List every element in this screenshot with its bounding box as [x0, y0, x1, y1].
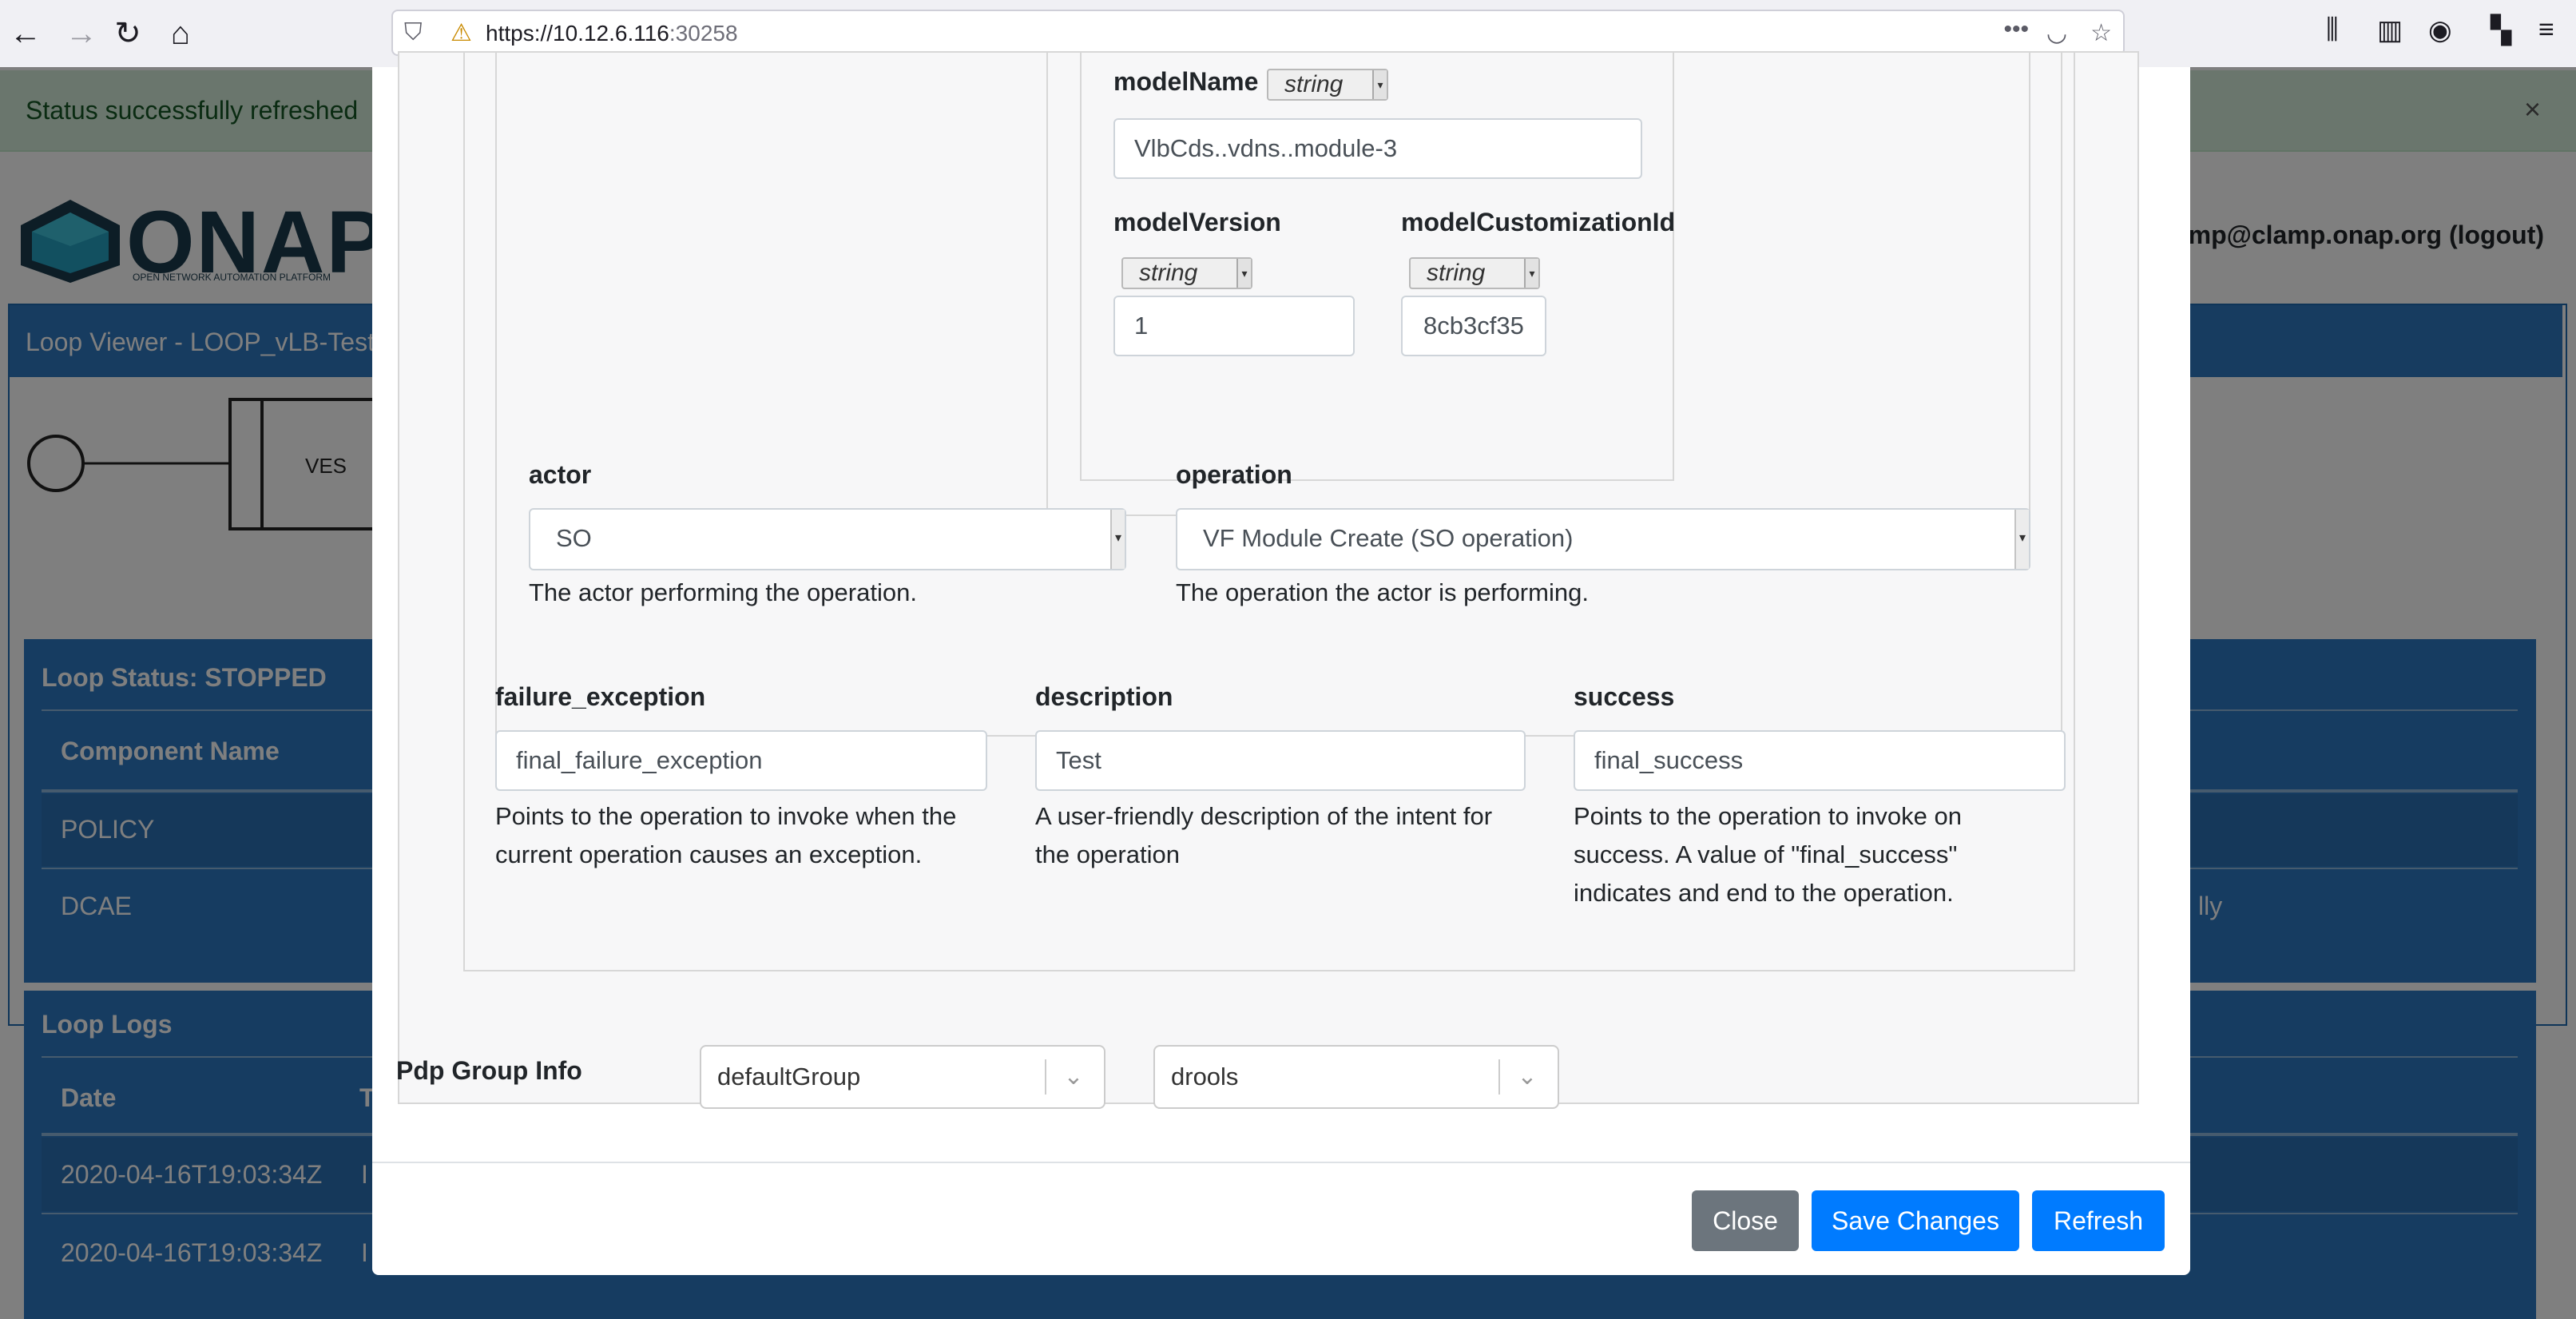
description-help-line: the operation	[1035, 840, 1180, 868]
success-help: Points to the operation to invoke on suc…	[1574, 797, 2085, 912]
shield-icon[interactable]: ⛉	[404, 19, 423, 46]
pdp-group-info-label: Pdp Group Info	[396, 1056, 582, 1085]
refresh-button[interactable]: Refresh	[2032, 1190, 2165, 1251]
pdp-group-select[interactable]: defaultGroup ⌄	[700, 1045, 1105, 1109]
model-customization-id-type-value: string	[1427, 260, 1486, 286]
success-help-line: Points to the operation to invoke on	[1574, 802, 1962, 830]
policy-editor-modal: modelName string ▾ VlbCds..vdns..module-…	[372, 51, 2190, 1275]
chevron-down-icon: ▾	[1236, 259, 1251, 288]
chevron-down-icon: ▾	[1372, 70, 1387, 99]
model-customization-id-type-select[interactable]: string ▾	[1409, 257, 1540, 289]
extensions-icon[interactable]: ▚	[2491, 14, 2511, 46]
operation-label: operation	[1176, 460, 1292, 489]
model-customization-id-label: modelCustomizationId	[1401, 208, 1676, 236]
url-host: https://10.12.6.116:30258	[486, 21, 738, 46]
pdp-group-value: defaultGroup	[717, 1063, 861, 1091]
description-label: description	[1035, 682, 1173, 711]
url-host-text: https://10.12.6.116	[486, 21, 669, 46]
pdp-subgroup-select[interactable]: drools ⌄	[1153, 1045, 1559, 1109]
failure-exception-input[interactable]: final_failure_exception	[495, 730, 987, 791]
pdp-subgroup-value: drools	[1171, 1063, 1239, 1091]
model-name-input[interactable]: VlbCds..vdns..module-3	[1113, 118, 1642, 179]
url-port-text: :30258	[669, 21, 738, 46]
model-version-input[interactable]: 1	[1113, 296, 1355, 356]
chevron-down-icon: ▾	[2014, 510, 2029, 569]
actor-label: actor	[529, 460, 592, 489]
model-version-type-value: string	[1139, 260, 1198, 286]
success-label: success	[1574, 682, 1675, 711]
success-help-line: indicates and end to the operation.	[1574, 879, 1954, 907]
reload-icon[interactable]: ↻	[104, 10, 152, 58]
home-icon[interactable]: ⌂	[157, 10, 204, 58]
success-help-line: success. A value of "final_success"	[1574, 840, 1958, 868]
description-help-line: A user-friendly description of the inten…	[1035, 802, 1493, 830]
actor-value: SO	[556, 524, 592, 552]
failure-exception-help: Points to the operation to invoke when t…	[495, 797, 1006, 874]
failure-exception-help-line: Points to the operation to invoke when t…	[495, 802, 957, 830]
failure-exception-help-line: current operation causes an exception.	[495, 840, 923, 868]
model-version-type-select[interactable]: string ▾	[1121, 257, 1252, 289]
lock-warning-icon[interactable]: ⚠	[451, 19, 472, 47]
operation-help: The operation the actor is performing.	[1176, 578, 1589, 606]
model-version-label: modelVersion	[1113, 208, 1281, 236]
close-button[interactable]: Close	[1692, 1190, 1799, 1251]
model-name-type-select[interactable]: string ▾	[1267, 69, 1388, 101]
url-bar[interactable]: ⛉ ⚠ https://10.12.6.116:30258 ••• ◡ ☆	[391, 10, 2125, 56]
save-changes-button[interactable]: Save Changes	[1812, 1190, 2019, 1251]
failure-exception-label: failure_exception	[495, 682, 706, 711]
pocket-icon[interactable]: ◡	[2046, 19, 2067, 47]
model-customization-id-input[interactable]: 8cb3cf35	[1401, 296, 1546, 356]
model-name-label: modelName	[1113, 67, 1259, 96]
actor-select[interactable]: SO ▾	[529, 508, 1126, 570]
operation-value: VF Module Create (SO operation)	[1203, 524, 1574, 552]
chevron-down-icon: ⌄	[1063, 1063, 1084, 1090]
chevron-down-icon: ▾	[1110, 510, 1125, 569]
model-name-type-value: string	[1284, 71, 1344, 97]
description-input[interactable]: Test	[1035, 730, 1526, 791]
star-icon[interactable]: ☆	[2090, 19, 2112, 47]
menu-icon[interactable]: ≡	[2538, 14, 2554, 46]
library-icon[interactable]: ⫼	[2326, 14, 2339, 46]
more-icon[interactable]: •••	[2003, 16, 2029, 43]
account-icon[interactable]: ◉	[2428, 14, 2452, 46]
chevron-down-icon: ▾	[1524, 259, 1538, 288]
description-help: A user-friendly description of the inten…	[1035, 797, 1546, 874]
chevron-down-icon: ⌄	[1517, 1063, 1538, 1090]
forward-icon[interactable]: →	[58, 10, 105, 58]
success-input[interactable]: final_success	[1574, 730, 2066, 791]
modal-footer-divider	[372, 1162, 2190, 1163]
sidebar-icon[interactable]: ▥	[2377, 14, 2403, 46]
actor-help: The actor performing the operation.	[529, 578, 917, 606]
operation-select[interactable]: VF Module Create (SO operation) ▾	[1176, 508, 2030, 570]
back-icon[interactable]: ←	[2, 10, 50, 58]
